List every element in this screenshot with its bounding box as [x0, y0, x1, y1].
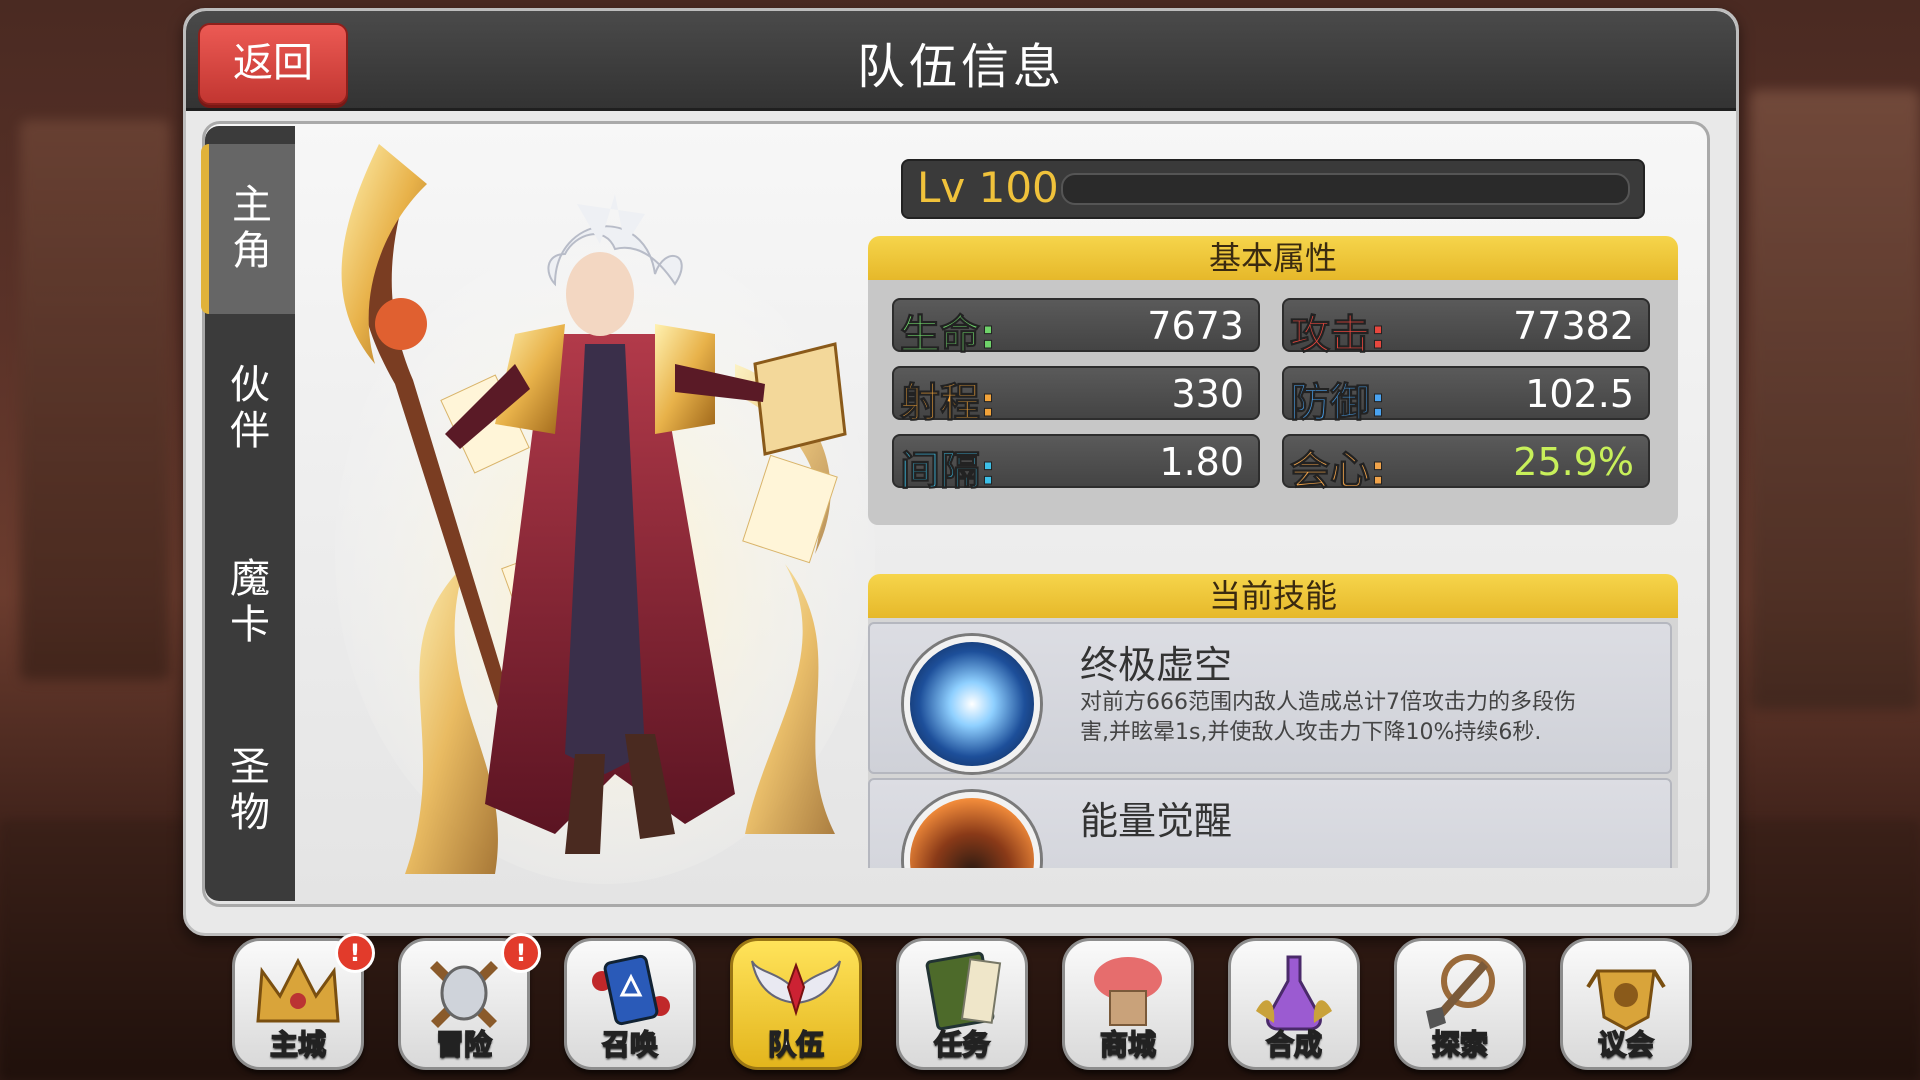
stat-attack: 攻击: 77382	[1282, 298, 1650, 359]
nav-main-city[interactable]: 主城 !	[232, 933, 375, 1070]
stat-label: 射程:	[900, 380, 997, 427]
nav-label: 合成	[1265, 1027, 1323, 1062]
skill-description: 对前方666范围内敌人造成总计7倍攻击力的多段伤害,并眩晕1s,并使敌人攻击力下…	[1080, 690, 1576, 745]
nav-explore[interactable]: 探索	[1394, 938, 1526, 1070]
void-vortex-icon	[904, 636, 1040, 772]
nav-label: 探索	[1431, 1027, 1489, 1062]
stat-critical: 会心: 25.9%	[1282, 434, 1650, 495]
skills-header: 当前技能	[868, 574, 1678, 618]
stat-label: 攻击:	[1290, 312, 1387, 359]
nav-shop[interactable]: 商城	[1062, 938, 1194, 1070]
tab-magic-cards[interactable]: 魔卡	[209, 518, 291, 688]
stat-value: 330	[1171, 372, 1244, 416]
quest-book-icon	[925, 951, 1002, 1031]
skill-item[interactable]: 终极虚空 对前方666范围内敌人造成总计7倍攻击力的多段伤害,并眩晕1s,并使敌…	[868, 622, 1672, 774]
exp-progress-track	[1061, 173, 1630, 205]
content-panel: 主角 伙伴 魔卡 圣物 Lv 100 基本属性 生命: 7673 攻击: 773…	[201, 121, 1710, 907]
potion-flask-icon	[1256, 955, 1332, 1031]
level-bar: Lv 100	[901, 159, 1645, 219]
skill-name: 能量觉醒	[1080, 799, 1233, 843]
side-tab-bar: 主角 伙伴 魔卡 圣物	[201, 126, 295, 901]
nav-label: 队伍	[767, 1027, 825, 1062]
nav-label: 冒险	[435, 1027, 493, 1062]
stat-defense: 防御: 102.5	[1282, 366, 1650, 427]
tab-protagonist[interactable]: 主角	[201, 144, 295, 314]
stat-value: 77382	[1513, 304, 1634, 348]
nav-adventure[interactable]: 冒险 !	[398, 933, 541, 1070]
nav-label: 商城	[1099, 1027, 1157, 1062]
tab-label: 伙伴	[230, 362, 270, 454]
stats-header: 基本属性	[868, 236, 1678, 280]
council-crest-icon	[1586, 969, 1666, 1031]
stat-range: 射程: 330	[892, 366, 1260, 427]
stat-label: 会心:	[1290, 448, 1387, 495]
background-shelf-right	[1750, 90, 1920, 710]
crossed-axes-icon	[430, 961, 498, 1028]
stat-hp: 生命: 7673	[892, 298, 1260, 359]
title-bar: 返回 队伍信息	[186, 11, 1736, 111]
level-text: Lv 100	[917, 163, 1059, 212]
nav-summon[interactable]: 召唤	[564, 938, 696, 1070]
tab-partners[interactable]: 伙伴	[209, 324, 291, 494]
alert-badge: !	[501, 933, 541, 973]
tab-relics[interactable]: 圣物	[209, 706, 291, 876]
skill-item[interactable]: 能量觉醒	[868, 778, 1672, 868]
nav-quests[interactable]: 任务	[896, 938, 1028, 1070]
alert-badge: !	[335, 933, 375, 973]
winged-emblem-icon	[751, 960, 841, 1017]
hero-character-portrait	[335, 144, 875, 884]
energy-awaken-icon	[904, 792, 1040, 868]
nav-label: 主城	[269, 1027, 327, 1062]
stat-value: 102.5	[1525, 372, 1634, 416]
crown-icon	[256, 957, 340, 1023]
nav-council[interactable]: 议会	[1560, 938, 1692, 1070]
shop-tree-icon	[1094, 957, 1162, 1026]
tab-label: 主角	[232, 182, 272, 274]
tab-label: 魔卡	[230, 556, 270, 648]
skill-name: 终极虚空	[1080, 643, 1233, 687]
team-info-window: 返回 队伍信息 主角 伙伴 魔卡 圣物 Lv 100 基本属性 生命: 7673…	[183, 8, 1739, 936]
nav-label: 任务	[933, 1027, 991, 1062]
stat-label: 防御:	[1290, 380, 1387, 427]
stat-value: 1.80	[1159, 440, 1244, 484]
nav-label: 召唤	[601, 1027, 659, 1062]
background-shelf-left	[20, 120, 170, 680]
nav-crafting[interactable]: 合成	[1228, 938, 1360, 1070]
stat-label: 间隔:	[900, 448, 997, 495]
page-title: 队伍信息	[856, 39, 1065, 95]
summon-card-icon	[592, 954, 670, 1026]
skills-list: 终极虚空 对前方666范围内敌人造成总计7倍攻击力的多段伤害,并眩晕1s,并使敌…	[868, 618, 1678, 868]
shovel-icon	[1426, 954, 1495, 1029]
stat-label: 生命:	[900, 312, 997, 359]
stats-panel: 生命: 7673 攻击: 77382 射程: 330 防御: 102.5 间隔:…	[868, 280, 1678, 525]
nav-label: 议会	[1597, 1027, 1655, 1062]
tab-label: 圣物	[230, 744, 270, 836]
stat-value: 25.9%	[1513, 440, 1634, 484]
stat-interval: 间隔: 1.80	[892, 434, 1260, 495]
nav-team[interactable]: 队伍	[730, 938, 862, 1070]
stat-value: 7673	[1147, 304, 1244, 348]
